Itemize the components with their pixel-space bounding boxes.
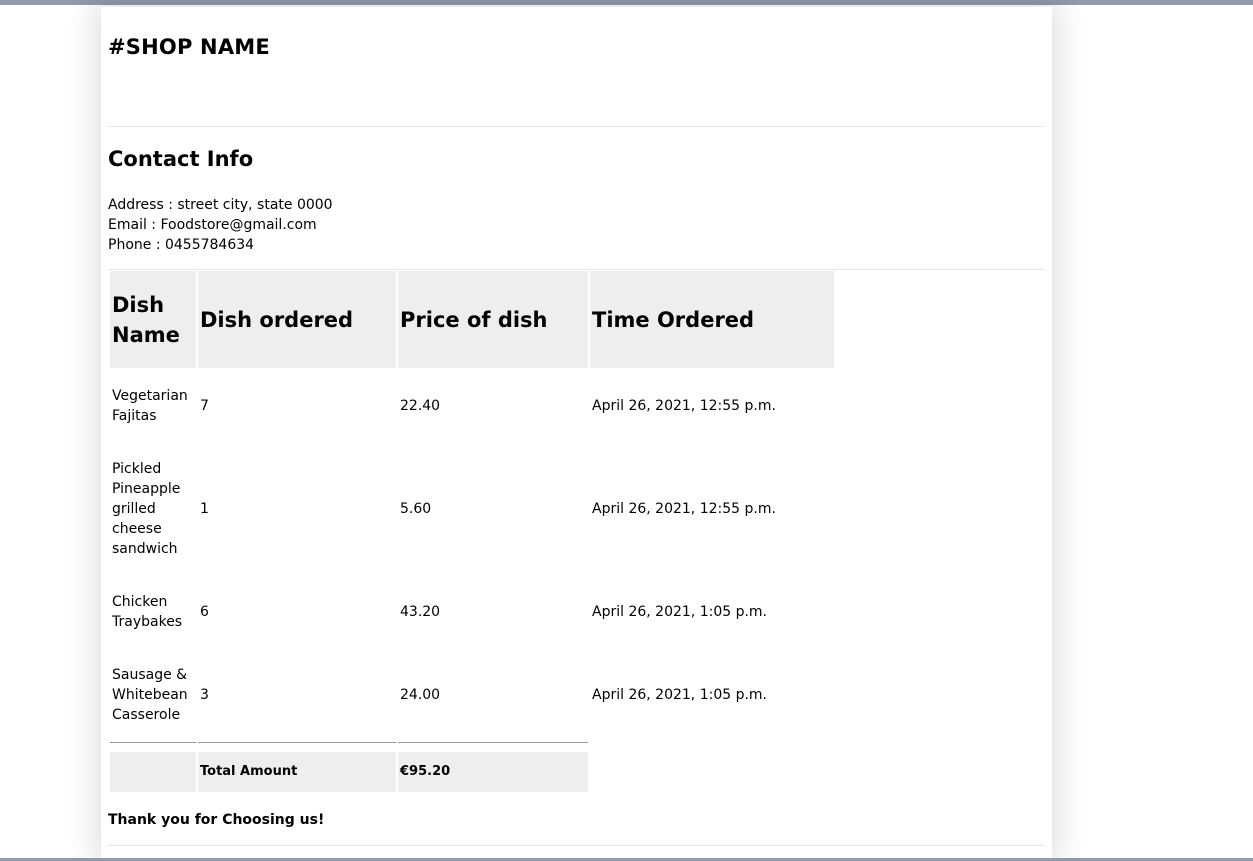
total-row: Total Amount €95.20 — [110, 752, 834, 792]
total-separator-row — [110, 742, 834, 750]
header-time-ordered: Time Ordered — [590, 271, 834, 368]
cell-qty: 3 — [200, 687, 209, 703]
thank-you-message: Thank you for Choosing us! — [108, 812, 325, 828]
contact-phone: Phone : 0455784634 — [108, 237, 255, 253]
table-header-row: Dish Name Dish ordered Price of dish Tim… — [110, 271, 834, 368]
shop-name: #SHOP NAME — [108, 35, 270, 59]
cell-price: 5.60 — [400, 501, 432, 517]
contact-details: Address : street city, state 0000 Email … — [108, 195, 333, 255]
cell-price: 43.20 — [400, 604, 441, 620]
cell-qty: 7 — [200, 398, 209, 414]
cell-price: 22.40 — [400, 398, 441, 414]
table-row: Vegetarian Fajitas 7 22.40 April 26, 202… — [110, 370, 834, 442]
cell-time: April 26, 2021, 1:05 p.m. — [592, 604, 768, 620]
table-row: Pickled Pineapple grilled cheese sandwic… — [110, 444, 834, 574]
contact-address: Address : street city, state 0000 — [108, 197, 333, 213]
cell-time: April 26, 2021, 12:55 p.m. — [592, 501, 776, 517]
total-value: €95.20 — [398, 752, 588, 792]
header-dish-name: Dish Name — [110, 271, 196, 368]
total-label: Total Amount — [198, 752, 396, 792]
cell-dish-name: Vegetarian Fajitas — [112, 388, 188, 424]
cell-qty: 1 — [200, 501, 209, 517]
separator-line — [198, 742, 396, 750]
contact-info-title: Contact Info — [108, 147, 254, 171]
cell-time: April 26, 2021, 1:05 p.m. — [592, 687, 768, 703]
window-top-border — [0, 0, 1253, 5]
divider — [108, 845, 1044, 846]
receipt-page: #SHOP NAME Contact Info Address : street… — [101, 7, 1052, 858]
header-dish-ordered: Dish ordered — [198, 271, 396, 368]
separator-blank — [590, 742, 834, 750]
separator-line — [398, 742, 588, 750]
header-price: Price of dish — [398, 271, 588, 368]
cell-dish-name: Sausage & Whitebean Casserole — [112, 667, 188, 723]
cell-dish-name: Chicken Traybakes — [112, 594, 183, 630]
total-blank-cell — [110, 752, 196, 792]
separator-line — [110, 742, 196, 750]
cell-price: 24.00 — [400, 687, 441, 703]
divider — [108, 126, 1044, 127]
orders-table: Dish Name Dish ordered Price of dish Tim… — [108, 269, 836, 794]
table-row: Chicken Traybakes 6 43.20 April 26, 2021… — [110, 576, 834, 648]
total-empty-cell — [590, 752, 834, 792]
contact-email: Email : Foodstore@gmail.com — [108, 217, 317, 233]
cell-time: April 26, 2021, 12:55 p.m. — [592, 398, 776, 414]
cell-dish-name: Pickled Pineapple grilled cheese sandwic… — [112, 461, 181, 557]
table-row: Sausage & Whitebean Casserole 3 24.00 Ap… — [110, 650, 834, 740]
cell-qty: 6 — [200, 604, 209, 620]
